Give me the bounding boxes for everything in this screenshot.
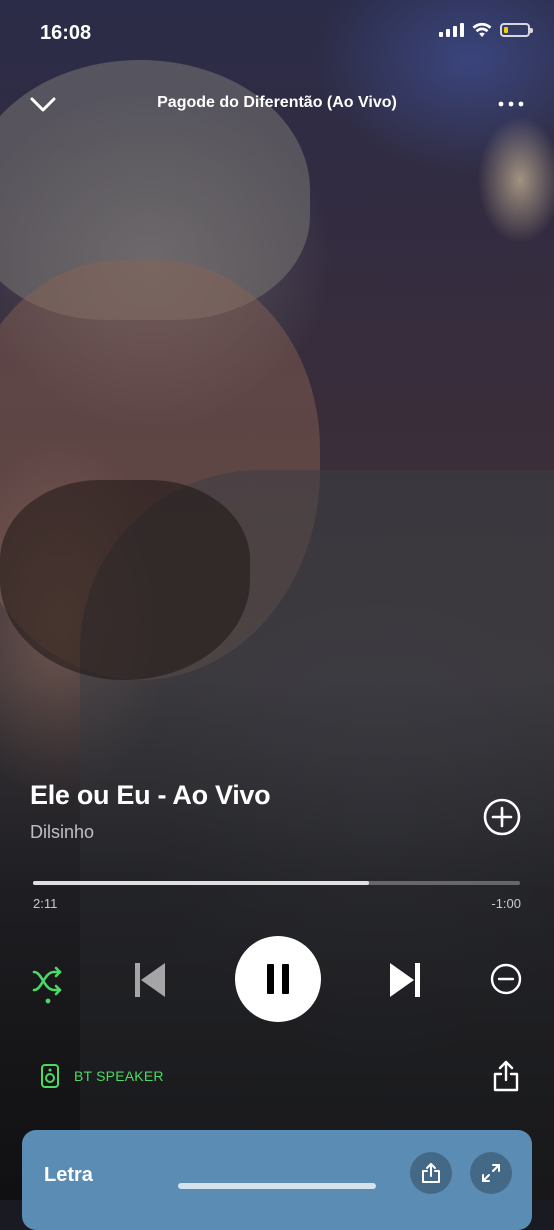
battery-icon — [500, 23, 533, 37]
wifi-icon — [472, 22, 492, 37]
next-button[interactable] — [383, 958, 427, 1002]
remove-circle-icon — [490, 963, 522, 995]
lyrics-card[interactable]: Letra — [22, 1130, 532, 1230]
skip-next-icon — [390, 963, 420, 997]
home-indicator[interactable] — [178, 1183, 376, 1189]
status-time: 16:08 — [40, 22, 92, 44]
progress-bar[interactable] — [33, 881, 520, 885]
chevron-down-icon[interactable] — [28, 92, 58, 116]
add-to-library-icon[interactable] — [482, 797, 522, 837]
pause-button[interactable] — [235, 936, 321, 1022]
lyrics-share-button[interactable] — [410, 1152, 452, 1194]
lyrics-expand-button[interactable] — [470, 1152, 512, 1194]
pause-icon — [267, 964, 289, 994]
share-icon[interactable] — [492, 1060, 520, 1092]
speaker-icon[interactable] — [40, 1064, 60, 1088]
cellular-signal-icon — [439, 23, 464, 37]
progress-fill — [33, 881, 370, 885]
track-artist[interactable]: Dilsinho — [30, 822, 94, 843]
hide-song-button[interactable] — [487, 960, 525, 998]
shuffle-icon — [32, 966, 62, 1004]
shuffle-button[interactable] — [28, 960, 68, 1004]
share-icon — [422, 1163, 440, 1183]
elapsed-time: 2:11 — [33, 896, 58, 911]
playlist-title: Pagode do Diferentão (Ao Vivo) — [157, 94, 397, 111]
track-title[interactable]: Ele ou Eu - Ao Vivo — [30, 780, 271, 811]
status-icons — [439, 22, 533, 38]
previous-button[interactable] — [128, 958, 172, 1002]
remaining-time: -1:00 — [491, 896, 521, 911]
connected-device-label[interactable]: BT SPEAKER — [74, 1068, 164, 1084]
more-icon[interactable] — [496, 94, 526, 114]
expand-icon — [482, 1164, 500, 1182]
skip-previous-icon — [135, 963, 165, 997]
lyrics-title: Letra — [44, 1164, 93, 1186]
